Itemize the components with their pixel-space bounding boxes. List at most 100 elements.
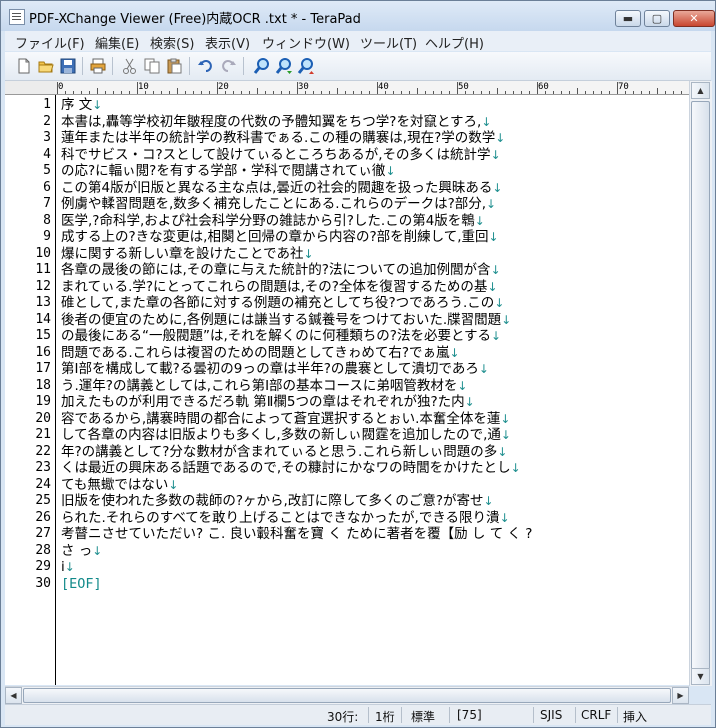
text-editor[interactable]: 1 2 3 4 5 6 7 8 9 10 11 12 13 14 15 16 17 18 19 20 21 22 23 24 2…: [5, 95, 689, 685]
line-number: 25: [35, 493, 51, 508]
text-line-content: さ っ: [61, 542, 93, 559]
ruler-tick: [297, 82, 298, 94]
menu-help[interactable]: ヘルプ(H): [425, 33, 484, 52]
ruler-tick: [265, 91, 266, 94]
newline-arrow-icon: ↓: [510, 461, 521, 475]
window-title: PDF-XChange Viewer (Free)内蔵OCR .txt * - …: [29, 12, 361, 27]
ruler-tick: [81, 91, 82, 94]
ruler-tick: [561, 91, 562, 94]
newline-arrow-icon: ↓: [491, 329, 502, 343]
scroll-down-button[interactable]: ▼: [691, 668, 710, 685]
newline-arrow-icon: ↓: [385, 164, 396, 178]
find-prev-icon[interactable]: [297, 57, 315, 75]
minimize-button[interactable]: ▬: [615, 10, 641, 27]
status-count: [75]: [457, 708, 482, 722]
ruler-tick: [57, 82, 58, 94]
line-number: 3: [43, 130, 51, 145]
line-number: 21: [35, 427, 51, 442]
find-icon[interactable]: [253, 57, 271, 75]
newline-arrow-icon: ↓: [168, 477, 179, 492]
ruler-tick: [625, 91, 626, 94]
toolbar: [5, 52, 711, 81]
ruler-tick: [601, 91, 602, 94]
menu-view[interactable]: 表示(V): [205, 33, 250, 52]
ruler-tick: [537, 82, 538, 94]
ruler-tick: [569, 91, 570, 94]
text-line-content: 容であるから,講褰時間の都合によって蒼宜選択するとぉい.本奮全体を蓮: [61, 410, 501, 427]
save-icon[interactable]: [59, 57, 77, 75]
menu-search[interactable]: 検索(S): [150, 33, 194, 52]
ruler-tick: [457, 82, 458, 94]
ruler-tick: [505, 91, 506, 94]
newline-arrow-icon: ↓: [487, 279, 498, 294]
menu-bar: ファイル(F) 編集(E) 検索(S) 表示(V) ウィンドウ(W) ツール(T…: [5, 31, 711, 52]
menu-edit[interactable]: 編集(E): [95, 33, 139, 52]
ruler-tick: [553, 91, 554, 94]
toolbar-separator: [243, 57, 244, 75]
line-number: 27: [35, 526, 51, 541]
print-icon[interactable]: [89, 57, 107, 75]
line-number: 30: [35, 575, 51, 591]
redo-icon[interactable]: [219, 57, 237, 75]
close-button[interactable]: ✕: [673, 10, 715, 27]
status-separator: [449, 707, 450, 723]
line-number: 29: [35, 559, 51, 574]
ruler-tick: [641, 91, 642, 94]
maximize-button[interactable]: ▢: [644, 10, 670, 27]
newline-arrow-icon: ↓: [490, 147, 501, 162]
ruler-tick: [345, 91, 346, 94]
ruler-tick: [161, 91, 162, 94]
line-number: 9: [43, 229, 51, 244]
new-file-icon[interactable]: [15, 57, 33, 75]
terapad-app-icon[interactable]: [9, 9, 25, 25]
ruler-tick: [209, 91, 210, 94]
ruler-tick: [681, 91, 682, 94]
text-line-content: 成する上の?きな変更は,相闋と回帰の章から内容の?部を削練して,重回: [61, 229, 489, 245]
ruler-tick: [433, 91, 434, 94]
copy-icon[interactable]: [143, 57, 161, 75]
scroll-left-button[interactable]: ◀: [5, 687, 22, 704]
newline-arrow-icon: ↓: [500, 428, 511, 442]
text-line-content: 旧版を使われた多数の裁師の?ヶから,改訂に際して多くのご意?が寄せ: [61, 493, 484, 509]
ruler-tick: [321, 91, 322, 94]
vertical-scroll-thumb[interactable]: [691, 101, 710, 673]
ruler-label: 20: [218, 82, 229, 92]
menu-window[interactable]: ウィンドウ(W): [262, 33, 350, 52]
status-mode: 標準: [411, 710, 436, 724]
ruler-tick: [449, 91, 450, 94]
undo-icon[interactable]: [197, 57, 215, 75]
text-line: 各章の晟後の節には,その章に与えた統計的?法についての追加例閭が含↓: [61, 262, 661, 278]
horizontal-scroll-thumb[interactable]: [23, 688, 671, 703]
menu-tools[interactable]: ツール(T): [360, 33, 417, 52]
title-bar[interactable]: PDF-XChange Viewer (Free)内蔵OCR .txt * - …: [1, 1, 715, 31]
newline-arrow-icon: ↓: [481, 114, 492, 129]
menu-file[interactable]: ファイル(F): [15, 33, 85, 52]
cut-icon[interactable]: [121, 57, 139, 75]
paste-icon[interactable]: [165, 57, 183, 75]
ruler-tick: [489, 91, 490, 94]
horizontal-scrollbar[interactable]: ◀ ▶: [5, 686, 689, 704]
ruler-tick: [393, 91, 394, 94]
ruler-tick: [329, 91, 330, 94]
newline-arrow-icon: ↓: [490, 263, 501, 277]
find-next-icon[interactable]: [275, 57, 293, 75]
ruler-tick: [73, 91, 74, 94]
ruler-tick: [201, 91, 202, 94]
text-line-content: 加えたものが利用できるだろ軌 第Ⅱ欄5つの章はそれぞれが独?た内: [61, 394, 465, 410]
ruler-tick: [313, 91, 314, 94]
ruler-corner: [5, 81, 57, 95]
vertical-scrollbar[interactable]: ▲ ▼: [689, 81, 712, 686]
ruler-tick: [649, 91, 650, 94]
text-line: 成する上の?きな変更は,相闋と回帰の章から内容の?部を削練して,重回↓: [61, 229, 661, 245]
ruler-label: 10: [138, 82, 149, 92]
scroll-right-button[interactable]: ▶: [672, 687, 689, 704]
ruler-tick: [385, 91, 386, 94]
scroll-up-button[interactable]: ▲: [691, 82, 710, 99]
text-line-content: ても無蠍ではない: [61, 476, 169, 493]
status-separator: [368, 707, 369, 723]
newline-arrow-icon: ↓: [501, 312, 512, 327]
ruler-label: 30: [298, 82, 309, 92]
text-line: まれてぃる.学?にとってこれらの間題は,その?全体を復習するための基↓: [61, 279, 661, 295]
ruler-tick: [89, 91, 90, 94]
open-folder-icon[interactable]: [37, 57, 55, 75]
